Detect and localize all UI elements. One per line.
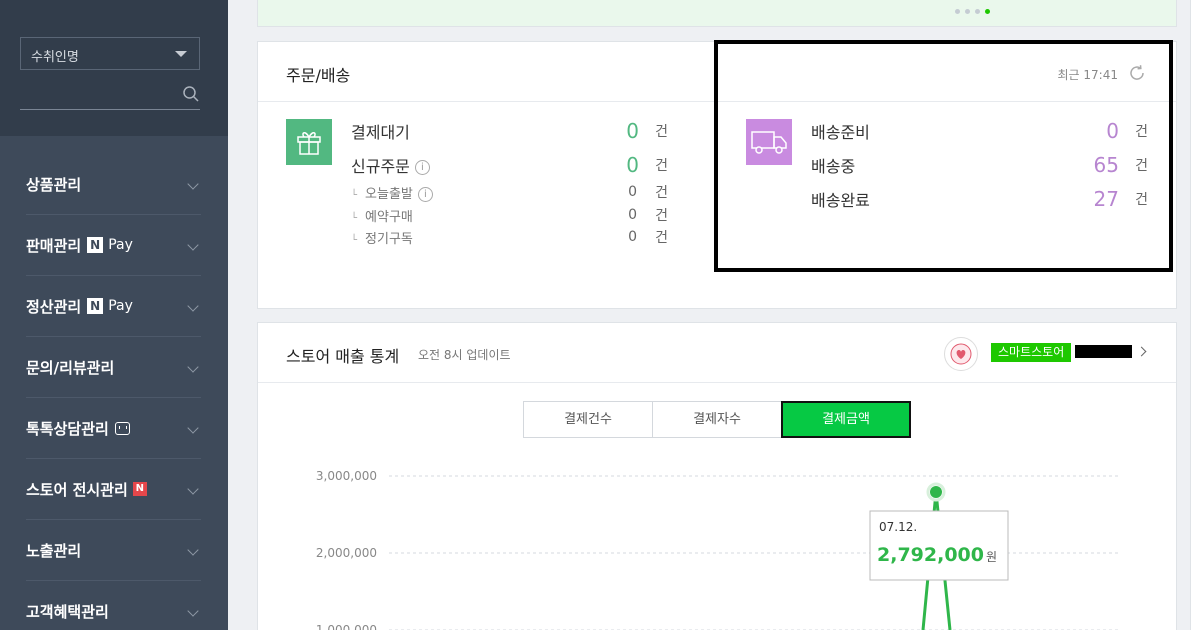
sub-item-marker: └ — [351, 234, 358, 246]
info-icon[interactable]: i — [414, 160, 430, 175]
y-tick-label: 3,000,000 — [316, 469, 377, 483]
chevron-down-icon — [187, 544, 199, 556]
chevron-down-icon — [187, 605, 199, 617]
npay-badge: N Pay — [87, 298, 133, 314]
sidebar-item-label: 상품관리 — [26, 175, 82, 194]
order-row-subscription[interactable]: └ 정기구독 0 건 — [351, 226, 671, 248]
sidebar-item-label: 고객혜택관리 — [26, 602, 109, 621]
sidebar-item-label: 스토어 전시관리 — [26, 480, 128, 499]
store-avatar[interactable] — [944, 337, 978, 371]
y-tick-label: 2,000,000 — [316, 546, 377, 560]
chevron-down-icon — [187, 300, 199, 312]
naver-n-icon: N — [87, 298, 104, 314]
sidebar-search-area: 수취인명 — [0, 0, 228, 136]
search-input[interactable] — [20, 80, 200, 110]
naver-n-icon: N — [87, 237, 104, 253]
tab-payment-amount[interactable]: 결제금액 — [781, 401, 911, 438]
tooltip-unit: 원 — [986, 550, 997, 564]
sub-item-marker: └ — [351, 189, 358, 201]
new-badge: N — [132, 482, 147, 496]
y-tick-label: 1,000,000 — [316, 623, 377, 630]
tooltip-amount: 2,792,000 — [877, 544, 984, 566]
tab-payer-count[interactable]: 결제자수 — [652, 401, 782, 438]
sidebar-item-talktalk[interactable]: 톡톡상담관리 — [26, 398, 201, 459]
highlight-annotation-box — [714, 40, 1173, 272]
search-type-select[interactable]: 수취인명 — [20, 37, 200, 70]
right-panel-edge — [1190, 0, 1200, 630]
chevron-down-icon — [187, 483, 199, 495]
sidebar-item-product[interactable]: 상품관리 — [26, 154, 201, 215]
search-type-select-value: 수취인명 — [31, 50, 79, 65]
sidebar-item-label: 문의/리뷰관리 — [26, 358, 115, 377]
npay-badge: N Pay — [87, 237, 133, 253]
carousel-dot[interactable] — [955, 9, 960, 14]
sidebar-item-settlement[interactable]: 정산관리 N Pay — [26, 276, 201, 337]
smartstore-badge: 스마트스토어 — [991, 343, 1072, 362]
sub-item-marker: └ — [351, 212, 358, 224]
sidebar-item-label: 정산관리 — [26, 297, 82, 316]
card-title: 주문/배송 — [286, 66, 351, 85]
order-row-payment-pending[interactable]: 결제대기 0 건 — [351, 119, 671, 143]
tooltip-date: 07.12. — [879, 520, 917, 534]
carousel-dots — [955, 9, 990, 14]
order-row-today-ship[interactable]: └ 오늘출발 i 0 건 — [351, 181, 671, 203]
order-row-reservation[interactable]: └ 예약구매 0 건 — [351, 204, 671, 226]
chevron-down-icon — [187, 422, 199, 434]
sidebar-item-customer-benefit[interactable]: 고객혜택관리 — [26, 581, 201, 630]
sidebar-menu: 상품관리 판매관리 N Pay 정산관리 N Pay 문의/리뷰관리 톡톡상담관리 … — [0, 154, 228, 630]
update-info: 오전 8시 업데이트 — [418, 348, 511, 362]
sidebar-item-inquiry-review[interactable]: 문의/리뷰관리 — [26, 337, 201, 398]
chevron-down-icon — [187, 178, 199, 190]
order-row-new-order[interactable]: 신규주문 i 0 건 — [351, 153, 671, 177]
caret-down-icon — [175, 51, 187, 57]
card-title: 스토어 매출 통계 — [286, 347, 400, 366]
metric-tabs: 결제건수 결제자수 결제금액 — [523, 401, 911, 438]
sidebar-item-label: 판매관리 — [26, 236, 82, 255]
chevron-down-icon — [187, 361, 199, 373]
sidebar: 수취인명 상품관리 판매관리 NPay 정산관리 NPay 문의/리뷰관리 — [0, 0, 228, 630]
chevron-right-icon[interactable] — [1136, 346, 1147, 357]
chat-bubble-icon — [114, 421, 130, 435]
sales-line-chart: 3,000,000 2,000,000 1,000,000 07.12. 2,792,0… — [316, 469, 1119, 630]
info-icon[interactable]: i — [417, 186, 433, 202]
data-point — [930, 486, 942, 499]
top-banner[interactable] — [257, 0, 1177, 27]
sidebar-item-label: 노출관리 — [26, 541, 82, 560]
sidebar-item-exposure[interactable]: 노출관리 — [26, 520, 201, 581]
redacted-store-name — [1075, 345, 1132, 358]
carousel-dot[interactable] — [975, 9, 980, 14]
chevron-down-icon — [187, 239, 199, 251]
carousel-dot-active[interactable] — [985, 9, 990, 14]
gift-icon — [286, 119, 332, 165]
tab-payment-count[interactable]: 결제건수 — [523, 401, 653, 438]
sidebar-item-store-display[interactable]: 스토어 전시관리 N — [26, 459, 201, 520]
search-icon[interactable] — [182, 85, 200, 103]
sidebar-item-sales[interactable]: 판매관리 N Pay — [26, 215, 201, 276]
carousel-dot[interactable] — [965, 9, 970, 14]
divider — [258, 382, 1176, 383]
sidebar-item-label: 톡톡상담관리 — [26, 419, 109, 438]
